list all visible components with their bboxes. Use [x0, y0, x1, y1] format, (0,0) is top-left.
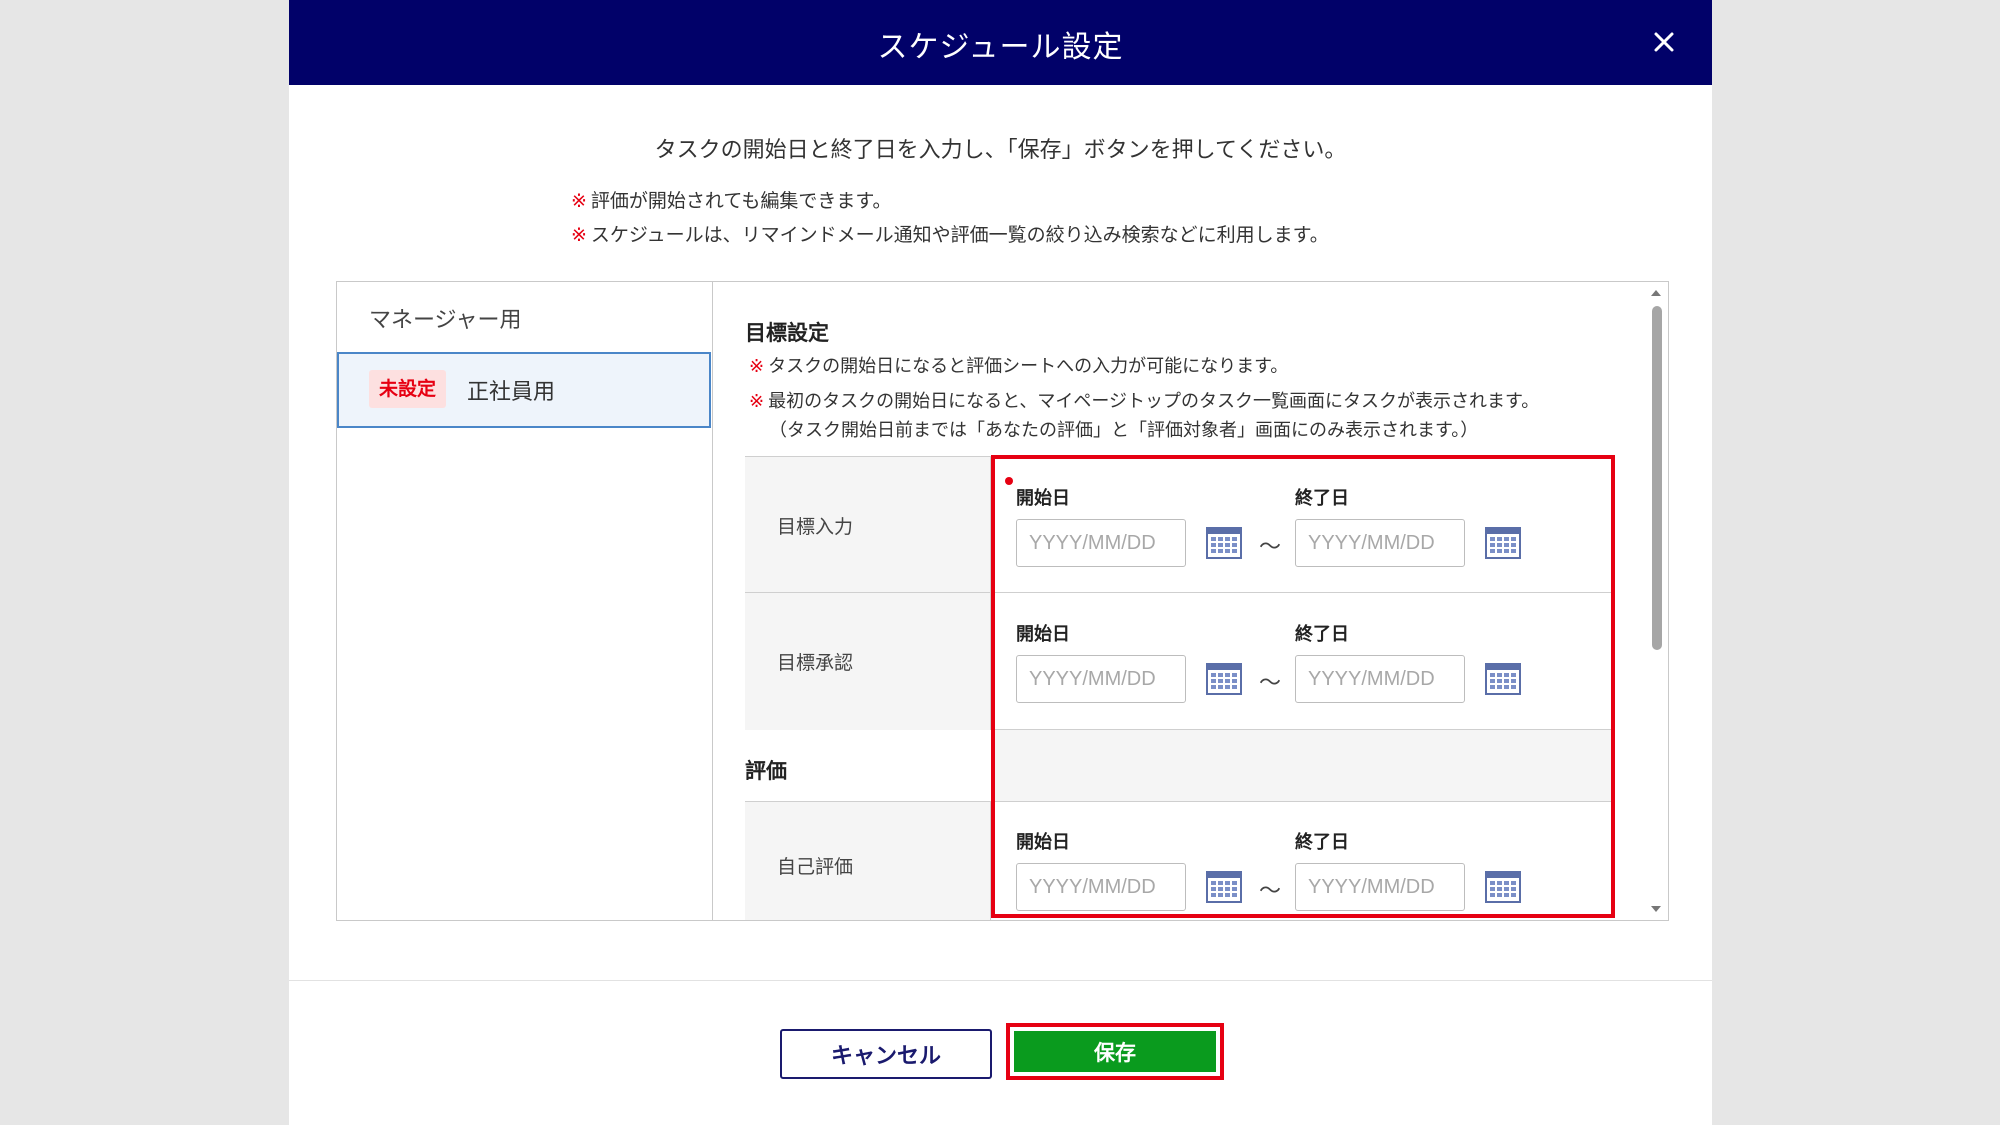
calendar-icon[interactable]: [1205, 525, 1243, 561]
calendar-icon[interactable]: [1205, 661, 1243, 697]
row-label-cell: 目標承認: [745, 593, 991, 730]
end-date-label: 終了日: [1295, 624, 1349, 645]
save-button-highlight: 保存: [1006, 1023, 1224, 1080]
row-date-fields: 開始日 終了日 ～: [991, 593, 1613, 730]
start-date-input[interactable]: [1016, 519, 1186, 567]
note-mark: ※: [571, 190, 587, 212]
footer-divider: [289, 980, 1712, 981]
sidebar-item-employee[interactable]: 未設定 正社員用: [337, 352, 711, 428]
schedule-row: 目標承認 開始日 終了日 ～: [745, 592, 1613, 730]
modal-header: スケジュール設定: [289, 0, 1712, 85]
row-label: 自己評価: [777, 856, 854, 878]
start-date-input[interactable]: [1016, 655, 1186, 703]
end-date-input[interactable]: [1295, 863, 1465, 911]
intro-text: タスクの開始日と終了日を入力し、「保存」ボタンを押してください。: [654, 138, 1347, 163]
start-date-input[interactable]: [1016, 863, 1186, 911]
close-button[interactable]: [1644, 22, 1684, 62]
goal-note-3: （タスク開始日前までは「あなたの評価」と「評価対象者」画面にのみ表示されます。）: [769, 420, 1479, 441]
range-tilde: ～: [1259, 671, 1282, 696]
note-1: ※ 評価が開始されても編集できます。: [571, 190, 892, 212]
sidebar-item-label: 正社員用: [467, 380, 556, 405]
scrollbar[interactable]: [1644, 282, 1668, 920]
schedule-panel: マネージャー用 未設定 正社員用 目標設定 ※ タスクの開始日になると評価シートへ…: [336, 281, 1669, 921]
start-date-label: 開始日: [1016, 624, 1070, 645]
row-date-fields: 開始日 終了日 ～: [991, 457, 1613, 593]
start-date-label: 開始日: [1016, 488, 1070, 509]
row-label-cell: 目標入力: [745, 457, 991, 593]
row-label: 目標入力: [777, 516, 854, 538]
end-date-input[interactable]: [1295, 519, 1465, 567]
scroll-thumb[interactable]: [1652, 306, 1662, 650]
section-title-goal: 目標設定: [745, 321, 829, 345]
row-date-fields: 開始日 終了日 ～: [991, 802, 1613, 920]
section-title-eval: 評価: [745, 759, 787, 783]
start-date-label: 開始日: [1016, 832, 1070, 853]
schedule-row: 目標入力 開始日 終了日 ～: [745, 456, 1613, 593]
schedule-row: 自己評価 開始日 終了日 ～: [745, 801, 1613, 920]
sidebar-item-manager[interactable]: マネージャー用: [337, 282, 712, 352]
range-tilde: ～: [1259, 879, 1282, 904]
note-2: ※ スケジュールは、リマインドメール通知や評価一覧の絞り込み検索などに利用します。: [571, 224, 1329, 246]
calendar-icon[interactable]: [1205, 869, 1243, 905]
sidebar: マネージャー用 未設定 正社員用: [337, 282, 713, 920]
end-date-input[interactable]: [1295, 655, 1465, 703]
section-gap: [991, 729, 1613, 802]
schedule-content: 目標設定 ※ タスクの開始日になると評価シートへの入力が可能になります。 ※ 最初の…: [713, 282, 1643, 920]
scroll-down-icon[interactable]: [1649, 902, 1663, 916]
status-badge: 未設定: [369, 370, 447, 408]
calendar-icon[interactable]: [1484, 869, 1522, 905]
calendar-icon[interactable]: [1484, 525, 1522, 561]
calendar-icon[interactable]: [1484, 661, 1522, 697]
modal-title: スケジュール設定: [877, 30, 1124, 65]
note-mark: ※: [571, 224, 587, 246]
end-date-label: 終了日: [1295, 488, 1349, 509]
end-date-label: 終了日: [1295, 832, 1349, 853]
required-dot: [1005, 477, 1013, 485]
goal-note-1: ※ タスクの開始日になると評価シートへの入力が可能になります。: [749, 356, 1289, 377]
row-label-cell: 自己評価: [745, 802, 991, 920]
range-tilde: ～: [1259, 535, 1282, 560]
row-label: 目標承認: [777, 652, 854, 674]
save-button[interactable]: 保存: [1014, 1031, 1216, 1072]
cancel-button[interactable]: キャンセル: [780, 1029, 992, 1079]
scroll-up-icon[interactable]: [1649, 286, 1663, 300]
close-icon: [1654, 32, 1674, 52]
sidebar-item-label: マネージャー用: [369, 308, 522, 333]
goal-note-2: ※ 最初のタスクの開始日になると、マイページトップのタスク一覧画面にタスクが表示さ…: [749, 391, 1540, 412]
